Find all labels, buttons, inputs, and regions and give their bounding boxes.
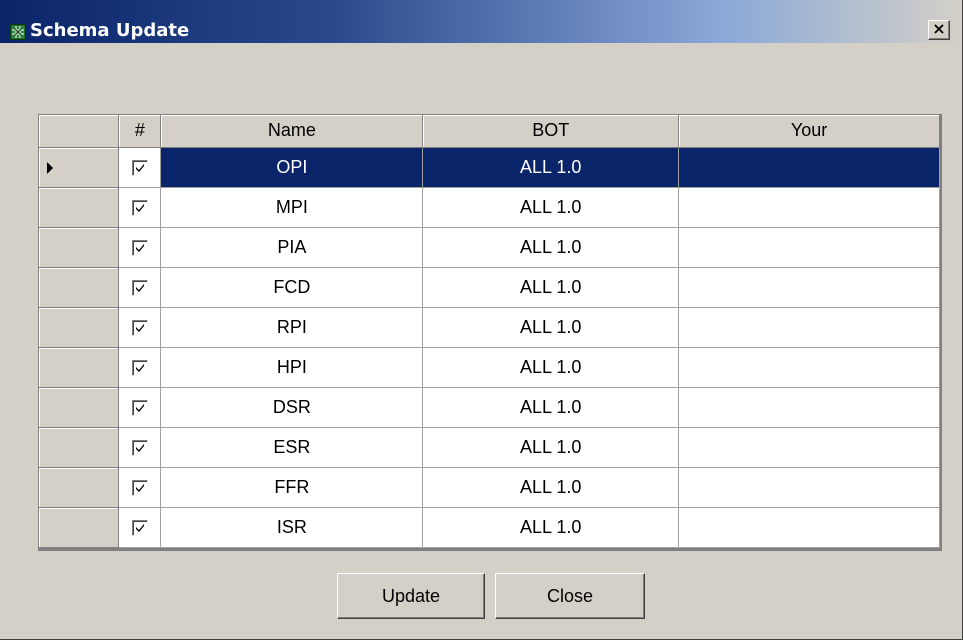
table-row[interactable]: HPI ALL 1.0 — [39, 347, 940, 388]
name-cell[interactable]: MPI — [160, 187, 424, 228]
bot-cell[interactable]: ALL 1.0 — [422, 347, 680, 388]
your-cell[interactable] — [678, 387, 940, 428]
column-header-bot[interactable]: BOT — [422, 115, 680, 148]
bot-cell[interactable]: ALL 1.0 — [422, 227, 680, 268]
bot-cell[interactable]: ALL 1.0 — [422, 147, 680, 188]
title-bar[interactable]: Schema Update × — [0, 0, 962, 43]
row-header[interactable] — [39, 187, 120, 228]
include-checkbox[interactable] — [131, 359, 148, 376]
include-checkbox[interactable] — [131, 319, 148, 336]
check-cell — [118, 387, 162, 428]
include-checkbox[interactable] — [131, 239, 148, 256]
your-cell[interactable] — [678, 347, 940, 388]
bot-cell[interactable]: ALL 1.0 — [422, 427, 680, 468]
table-row[interactable]: DSR ALL 1.0 — [39, 387, 940, 428]
table-row[interactable]: OPI ALL 1.0 — [39, 147, 940, 188]
check-cell — [118, 427, 162, 468]
schema-table: # Name BOT Your OPI ALL 1.0 MPI ALL 1.0 PIA A… — [39, 115, 940, 548]
row-header[interactable] — [39, 267, 120, 308]
bot-cell[interactable]: ALL 1.0 — [422, 467, 680, 508]
row-header-corner[interactable] — [39, 115, 120, 148]
row-header[interactable] — [39, 387, 120, 428]
column-header-name[interactable]: Name — [160, 115, 424, 148]
row-header[interactable] — [39, 147, 120, 188]
check-cell — [118, 347, 162, 388]
name-cell[interactable]: OPI — [160, 147, 424, 188]
row-header[interactable] — [39, 347, 120, 388]
row-header[interactable] — [39, 427, 120, 468]
check-cell — [118, 227, 162, 268]
window-title: Schema Update — [30, 20, 190, 41]
name-cell[interactable]: RPI — [160, 307, 424, 348]
table-row[interactable]: ISR ALL 1.0 — [39, 507, 940, 548]
table-row[interactable]: FCD ALL 1.0 — [39, 267, 940, 308]
column-header-your[interactable]: Your — [678, 115, 940, 148]
schema-update-dialog: Schema Update × # Name BOT Your OPI ALL … — [0, 0, 963, 640]
table-row[interactable]: RPI ALL 1.0 — [39, 307, 940, 348]
row-header[interactable] — [39, 507, 120, 548]
include-checkbox[interactable] — [131, 199, 148, 216]
name-cell[interactable]: FCD — [160, 267, 424, 308]
your-cell[interactable] — [678, 227, 940, 268]
your-cell[interactable] — [678, 187, 940, 228]
header-row: # Name BOT Your — [39, 115, 940, 148]
your-cell[interactable] — [678, 307, 940, 348]
check-cell — [118, 467, 162, 508]
row-header[interactable] — [39, 227, 120, 268]
include-checkbox[interactable] — [131, 519, 148, 536]
name-cell[interactable]: DSR — [160, 387, 424, 428]
name-cell[interactable]: ISR — [160, 507, 424, 548]
your-cell[interactable] — [678, 467, 940, 508]
name-cell[interactable]: HPI — [160, 347, 424, 388]
schema-grid[interactable]: # Name BOT Your OPI ALL 1.0 MPI ALL 1.0 PIA A… — [38, 114, 942, 551]
table-row[interactable]: ESR ALL 1.0 — [39, 427, 940, 468]
column-header-check[interactable]: # — [118, 115, 162, 148]
table-row[interactable]: MPI ALL 1.0 — [39, 187, 940, 228]
include-checkbox[interactable] — [131, 399, 148, 416]
close-button[interactable]: Close — [495, 573, 645, 619]
bot-cell[interactable]: ALL 1.0 — [422, 507, 680, 548]
name-cell[interactable]: PIA — [160, 227, 424, 268]
check-cell — [118, 507, 162, 548]
bot-cell[interactable]: ALL 1.0 — [422, 267, 680, 308]
include-checkbox[interactable] — [131, 439, 148, 456]
table-row[interactable]: FFR ALL 1.0 — [39, 467, 940, 508]
close-window-button[interactable]: × — [928, 20, 950, 40]
schema-app-icon — [10, 24, 26, 40]
current-row-arrow-icon — [47, 161, 53, 174]
check-cell — [118, 307, 162, 348]
update-button[interactable]: Update — [337, 573, 485, 619]
bot-cell[interactable]: ALL 1.0 — [422, 187, 680, 228]
your-cell[interactable] — [678, 267, 940, 308]
include-checkbox[interactable] — [131, 159, 148, 176]
check-cell — [118, 187, 162, 228]
check-cell — [118, 267, 162, 308]
your-cell[interactable] — [678, 427, 940, 468]
row-header[interactable] — [39, 307, 120, 348]
name-cell[interactable]: FFR — [160, 467, 424, 508]
include-checkbox[interactable] — [131, 279, 148, 296]
include-checkbox[interactable] — [131, 479, 148, 496]
your-cell[interactable] — [678, 147, 940, 188]
bot-cell[interactable]: ALL 1.0 — [422, 387, 680, 428]
bot-cell[interactable]: ALL 1.0 — [422, 307, 680, 348]
name-cell[interactable]: ESR — [160, 427, 424, 468]
row-header[interactable] — [39, 467, 120, 508]
table-row[interactable]: PIA ALL 1.0 — [39, 227, 940, 268]
check-cell — [118, 147, 162, 188]
your-cell[interactable] — [678, 507, 940, 548]
